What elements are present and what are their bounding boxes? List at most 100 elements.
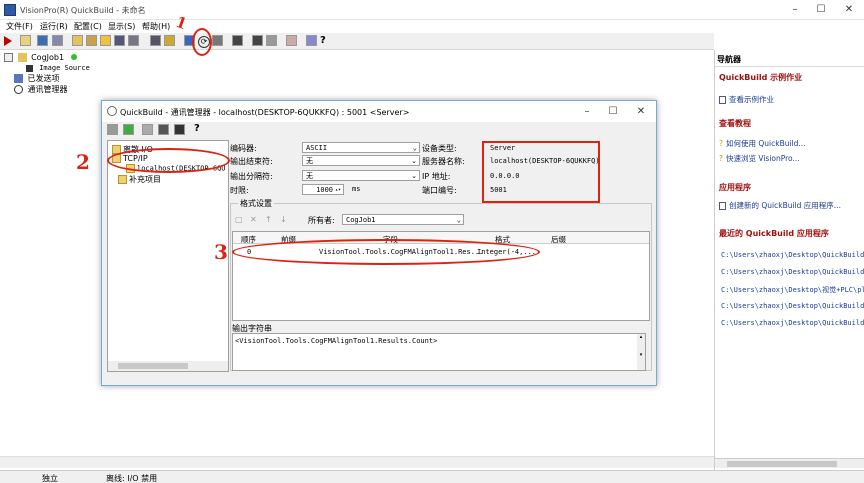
copy-icon[interactable] [114,35,125,46]
job-icon[interactable] [72,35,83,46]
recent-path[interactable]: C:\Users\zhaoxj\Desktop\视觉+PLC\plc+ [721,285,864,295]
edit-icon[interactable] [164,35,175,46]
chevron-down-icon: ⌄ [412,144,417,152]
dialog-maximize-button[interactable]: ☐ [604,105,622,119]
scroll-thumb[interactable] [118,363,188,369]
help-icon[interactable]: ? [194,123,200,134]
delete-icon[interactable] [142,124,153,135]
timeout-value: 1000 [316,186,333,194]
annotation-number-3: 3 [214,240,228,264]
col-suffix: 后缀 [551,235,566,244]
tree-hscroll[interactable] [108,361,228,371]
tree-item-sent[interactable]: 已发送项 [14,73,60,84]
recent-path[interactable]: C:\Users\zhaoxj\Desktop\QuickBuild_me [721,268,864,276]
tree-scrollbar[interactable] [0,456,714,468]
scroll-thumb[interactable] [727,461,837,467]
spinner-icon[interactable]: ▴▾ [335,185,341,195]
link-label: 创建新的 QuickBuild 应用程序... [729,201,841,210]
encoder-select[interactable]: ASCII ⌄ [302,142,420,153]
device-type-label: 设备类型: [422,144,457,153]
status-dot-icon [70,54,77,60]
link-quick-tour[interactable]: ? 快速浏览 VisionPro... [719,153,800,164]
dialog-minimize-button[interactable]: – [578,105,596,119]
sent-icon [14,74,23,83]
annotation-ellipse-3 [232,239,540,265]
dialog-close-button[interactable]: ✕ [632,105,650,119]
recent-path[interactable]: C:\Users\zhaoxj\Desktop\QuickBuild_pi [721,302,864,310]
section-tutorials: 查看教程 [719,119,751,128]
menu-view[interactable]: 显示(S) [106,21,137,32]
import-icon[interactable] [150,35,161,46]
chart-icon[interactable] [286,35,297,46]
menu-file[interactable]: 文件(F) [4,21,35,32]
chevron-down-icon: ⌄ [411,172,417,180]
section-samples: QuickBuild 示例作业 [719,73,803,82]
output-scrollbar[interactable]: ▴ ▾ [637,334,645,370]
link-create-app[interactable]: 创建新的 QuickBuild 应用程序... [719,200,841,211]
owner-value: CogJob1 [346,216,376,224]
ip-label: IP 地址: [422,172,451,181]
separator-select[interactable]: 无 ⌄ [302,170,420,181]
tree-item-job[interactable]: CogJob1 [4,53,77,62]
close-button[interactable]: ✕ [840,3,858,17]
list-icon[interactable] [174,124,185,135]
dialog-title: QuickBuild - 通讯管理器 - localhost(DESKTOP-6… [120,108,410,117]
io-icon[interactable] [158,124,169,135]
doc-icon[interactable] [306,35,317,46]
add-icon[interactable] [123,124,134,135]
nav-scrollbar[interactable] [715,458,864,468]
terminator-select[interactable]: 无 ⌄ [302,155,420,166]
server-name-label: 服务器名称: [422,157,465,166]
grid-icon[interactable] [266,35,277,46]
open-icon[interactable] [86,35,97,46]
divider [715,66,864,67]
menu-config[interactable]: 配置(C) [72,21,104,32]
tree-label: 补充项目 [129,175,161,184]
delete-row-icon[interactable]: ✕ [250,215,257,224]
maximize-button[interactable]: ☐ [812,3,830,17]
link-how-to-use[interactable]: ? 如何使用 QuickBuild... [719,138,806,149]
navigator-header: 导航器 [717,55,741,64]
recent-path[interactable]: C:\Users\zhaoxj\Desktop\QuickBuild_pi [721,251,864,259]
separator-label: 输出分隔符: [230,172,273,181]
minimize-button[interactable]: – [786,3,804,17]
display-icon[interactable] [232,35,243,46]
link-label: 如何使用 QuickBuild... [725,139,806,148]
tree-label-image-source: Image Source [39,64,90,72]
annotation-ellipse-1 [192,28,212,56]
add-row-icon[interactable]: ▢ [235,215,243,224]
encoder-value: ASCII [306,144,328,152]
timeout-input[interactable]: 1000 ▴▾ [302,184,344,195]
col-order: 顺序 [241,235,256,244]
output-string-box[interactable]: <VisionTool.Tools.CogFMAlignTool1.Result… [232,333,646,371]
run-icon[interactable] [4,36,12,46]
menu-run[interactable]: 运行(R) [38,21,70,32]
link-view-samples[interactable]: 查看示例作业 [719,94,774,105]
paste-icon[interactable] [128,35,139,46]
comm-tool-icon[interactable] [212,35,223,46]
menu-help[interactable]: 帮助(H) [140,21,172,32]
link-label: 快速浏览 VisionPro... [725,154,800,163]
move-down-icon[interactable]: ↓ [280,215,287,224]
folder-icon[interactable] [100,35,111,46]
save-icon[interactable] [37,35,48,46]
results-icon[interactable] [252,35,263,46]
encoder-label: 编码器: [230,144,257,153]
section-recent: 最近的 QuickBuild 应用程序 [719,229,829,238]
tree-item-supplemental[interactable]: 补充项目 [118,174,161,185]
new-icon[interactable] [20,35,31,46]
tree-item-image-source[interactable]: Image Source [26,64,90,72]
doc-icon [719,96,726,104]
dialog-title-bar: QuickBuild - 通讯管理器 - localhost(DESKTOP-6… [102,101,656,122]
tree-item-comm[interactable]: 通讯管理器 [14,84,68,95]
recent-path[interactable]: C:\Users\zhaoxj\Desktop\QuickBuild1.vp [721,319,864,327]
gear-icon[interactable] [107,124,118,135]
move-up-icon[interactable]: ↑ [265,215,272,224]
main-toolbar: ⟳ ? [0,33,714,50]
owner-select[interactable]: CogJob1 ⌄ [342,214,464,225]
help-icon[interactable]: ? [320,35,326,46]
settings-icon[interactable] [52,35,63,46]
annotation-rect-server [482,141,600,203]
collapse-icon[interactable] [4,53,13,62]
comm-icon [14,85,23,94]
